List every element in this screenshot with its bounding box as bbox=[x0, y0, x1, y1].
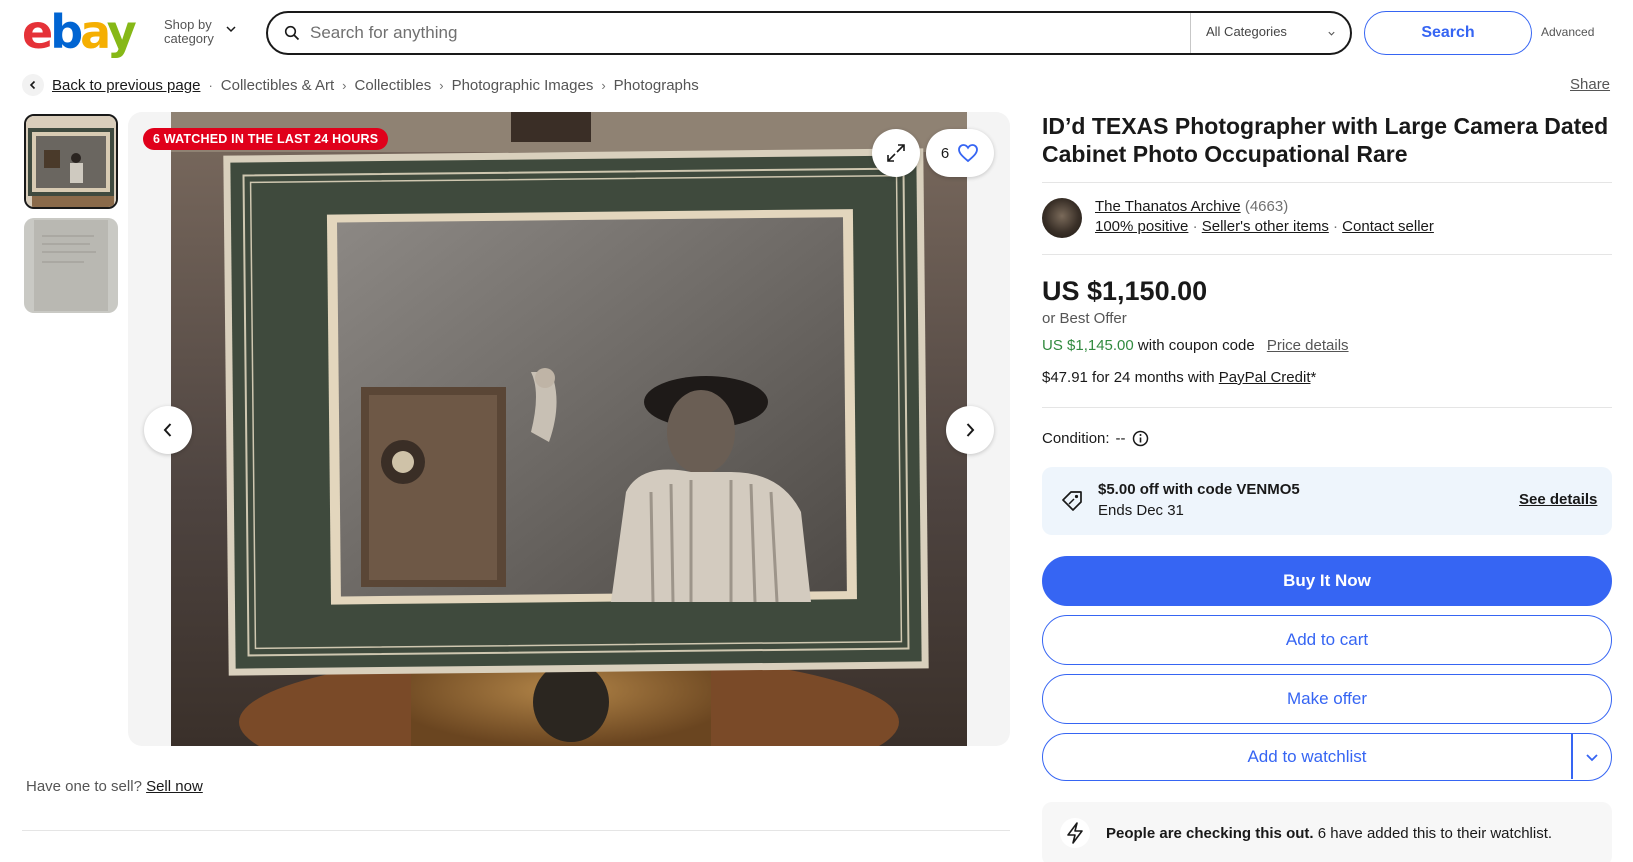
thumbnail-1-image bbox=[26, 116, 116, 207]
category-divider bbox=[1190, 13, 1191, 53]
condition-row: Condition: -- bbox=[1042, 430, 1149, 447]
divider bbox=[1042, 182, 1612, 183]
search-button[interactable]: Search bbox=[1364, 11, 1532, 55]
make-offer-button[interactable]: Make offer bbox=[1042, 674, 1612, 724]
info-icon[interactable] bbox=[1132, 430, 1149, 447]
seller-avatar[interactable] bbox=[1042, 198, 1082, 238]
add-to-watchlist-control: Add to watchlist bbox=[1042, 733, 1612, 781]
search-bar: All Categories bbox=[266, 11, 1352, 55]
chevron-right-icon bbox=[966, 423, 975, 437]
watchlist-heart-button[interactable]: 6 bbox=[926, 129, 994, 177]
main-image-container bbox=[128, 112, 1010, 746]
lightning-icon bbox=[1060, 818, 1090, 848]
separator-dot: · bbox=[1192, 218, 1198, 235]
seller-info: The Thanatos Archive (4663) bbox=[1095, 198, 1288, 215]
seller-name-link[interactable]: The Thanatos Archive bbox=[1095, 198, 1241, 215]
buy-it-now-button[interactable]: Buy It Now bbox=[1042, 556, 1612, 606]
contact-seller-link[interactable]: Contact seller bbox=[1342, 218, 1434, 235]
best-offer-text: or Best Offer bbox=[1042, 310, 1127, 327]
promo-banner: $5.00 off with code VENMO5 Ends Dec 31 S… bbox=[1042, 467, 1612, 535]
chevron-left-icon bbox=[163, 423, 172, 437]
expand-button[interactable] bbox=[872, 129, 920, 177]
breadcrumb: Back to previous page · Collectibles & A… bbox=[22, 74, 699, 96]
people-checking-banner: People are checking this out. 6 have add… bbox=[1042, 802, 1612, 862]
listing-title: ID’d TEXAS Photographer with Large Camer… bbox=[1042, 113, 1609, 167]
seller-other-items-link[interactable]: Seller's other items bbox=[1202, 218, 1329, 235]
credit-suffix: * bbox=[1310, 369, 1317, 386]
people-checking-bold: People are checking this out. bbox=[1106, 825, 1314, 842]
breadcrumb-item[interactable]: Collectibles & Art bbox=[221, 77, 334, 94]
shop-by-line1: Shop by bbox=[164, 17, 212, 32]
category-select[interactable]: All Categories bbox=[1206, 24, 1287, 39]
see-details-link[interactable]: See details bbox=[1519, 491, 1597, 508]
next-image-button[interactable] bbox=[946, 406, 994, 454]
breadcrumb-item[interactable]: Collectibles bbox=[355, 77, 432, 94]
paypal-credit-link[interactable]: PayPal Credit bbox=[1219, 369, 1311, 386]
previous-image-button[interactable] bbox=[144, 406, 192, 454]
people-checking-text: People are checking this out. 6 have add… bbox=[1106, 825, 1552, 842]
breadcrumb-item[interactable]: Photographs bbox=[614, 77, 699, 94]
search-input[interactable] bbox=[310, 19, 1190, 47]
add-to-cart-button[interactable]: Add to cart bbox=[1042, 615, 1612, 665]
tag-icon bbox=[1062, 491, 1082, 511]
heart-icon bbox=[958, 144, 979, 163]
credit-line: $47.91 for 24 months with PayPal Credit* bbox=[1042, 369, 1316, 386]
seller-positive-link[interactable]: 100% positive bbox=[1095, 218, 1188, 235]
condition-label: Condition: bbox=[1042, 430, 1110, 447]
chevron-down-icon[interactable] bbox=[1327, 29, 1336, 38]
breadcrumb-separator: › bbox=[439, 77, 444, 93]
chevron-down-icon[interactable] bbox=[1583, 748, 1601, 766]
sell-prompt: Have one to sell? Sell now bbox=[26, 778, 203, 795]
thumbnail-2[interactable] bbox=[24, 218, 118, 313]
back-to-previous-link[interactable]: Back to previous page bbox=[52, 77, 200, 94]
seller-links: 100% positive · Seller's other items · C… bbox=[1095, 218, 1434, 235]
thumbnail-1[interactable] bbox=[24, 114, 118, 209]
divider bbox=[22, 830, 1010, 831]
ebay-logo[interactable]: ebay bbox=[22, 8, 137, 56]
separator-dot: · bbox=[1333, 218, 1338, 235]
advanced-search-link[interactable]: Advanced bbox=[1541, 25, 1594, 39]
coupon-price: US $1,145.00 bbox=[1042, 337, 1134, 354]
add-to-watchlist-button[interactable]: Add to watchlist bbox=[1043, 734, 1571, 779]
chevron-down-icon[interactable] bbox=[226, 24, 236, 34]
watched-badge: 6 WATCHED IN THE LAST 24 HOURS bbox=[143, 128, 389, 150]
share-link[interactable]: Share bbox=[1570, 76, 1610, 93]
coupon-text: with coupon code bbox=[1137, 337, 1255, 354]
breadcrumb-item[interactable]: Photographic Images bbox=[452, 77, 594, 94]
price-details-link[interactable]: Price details bbox=[1267, 337, 1349, 354]
breadcrumb-separator: › bbox=[601, 77, 606, 93]
breadcrumb-separator: · bbox=[208, 77, 213, 93]
expand-icon bbox=[887, 144, 905, 162]
sell-now-link[interactable]: Sell now bbox=[146, 778, 203, 795]
main-product-image[interactable] bbox=[171, 112, 967, 746]
watchlist-divider bbox=[1571, 734, 1573, 779]
promo-title: $5.00 off with code VENMO5 bbox=[1098, 481, 1300, 498]
divider bbox=[1042, 407, 1612, 408]
promo-subtitle: Ends Dec 31 bbox=[1098, 502, 1184, 519]
credit-text: $47.91 for 24 months with bbox=[1042, 369, 1215, 386]
seller-feedback-count: (4663) bbox=[1244, 198, 1289, 215]
coupon-price-line: US $1,145.00 with coupon code Price deta… bbox=[1042, 337, 1349, 354]
chevron-left-icon[interactable] bbox=[22, 74, 44, 96]
sell-prefix: Have one to sell? bbox=[26, 778, 142, 795]
people-checking-rest: 6 have added this to their watchlist. bbox=[1317, 825, 1553, 842]
site-header: ebay Shop by category All Categories Sea… bbox=[0, 0, 1633, 64]
watch-count: 6 bbox=[940, 144, 950, 162]
shop-by-line2: category bbox=[164, 31, 214, 46]
search-icon bbox=[284, 25, 300, 41]
shop-by-category-button[interactable]: Shop by category bbox=[164, 18, 214, 46]
thumbnail-2-image bbox=[24, 218, 118, 313]
divider bbox=[1042, 254, 1612, 255]
breadcrumb-separator: › bbox=[342, 77, 347, 93]
price: US $1,150.00 bbox=[1042, 276, 1208, 306]
condition-value: -- bbox=[1115, 430, 1126, 447]
